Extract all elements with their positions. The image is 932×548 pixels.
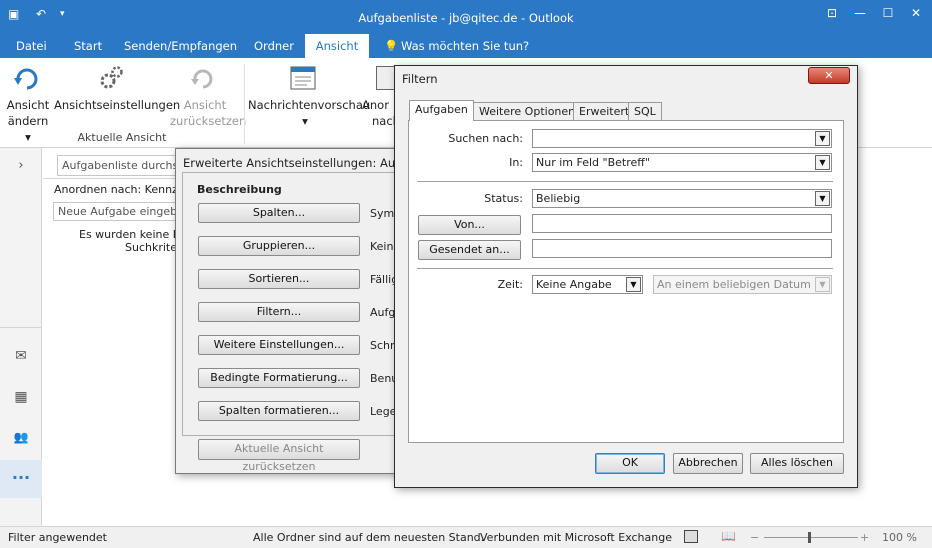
arrange-icon: [376, 66, 396, 90]
conditional-formatting-description: Benu: [370, 372, 394, 385]
date-select[interactable]: An einem beliebigen Datum: [653, 275, 832, 294]
normal-view-icon[interactable]: [684, 530, 698, 543]
search-for-dropdown-icon[interactable]: ▼: [815, 131, 830, 146]
ok-button[interactable]: OK: [595, 453, 665, 474]
change-view-label-2: ändern: [7, 114, 49, 128]
from-button[interactable]: Von...: [418, 215, 521, 235]
in-select[interactable]: Nur im Feld "Betreff": [532, 153, 832, 172]
gears-icon: [97, 64, 125, 95]
change-view-label-1: Ansicht: [6, 98, 50, 112]
new-task-input[interactable]: Neue Aufgabe eingebe: [53, 202, 193, 221]
other-settings-button[interactable]: Weitere Einstellungen...: [198, 335, 360, 355]
empty-message-line-1: Es wurden keine El: [79, 228, 183, 241]
time-label: Zeit:: [497, 278, 523, 291]
filter-divider-2: [417, 268, 833, 269]
reset-view-label-2: zurücksetzen: [170, 114, 247, 128]
status-bar: Filter angewendet Alle Ordner sind auf d…: [0, 526, 932, 548]
tell-me-input[interactable]: Was möchten Sie tun?: [401, 39, 529, 53]
status-dropdown-icon[interactable]: ▼: [815, 191, 830, 206]
mail-icon[interactable]: ✉: [0, 348, 42, 364]
reset-view-icon: [191, 68, 215, 93]
tab-ordner[interactable]: Ordner: [254, 39, 294, 53]
filter-status: Filter angewendet: [8, 531, 107, 544]
group-by-button[interactable]: Gruppieren...: [198, 236, 360, 256]
search-for-label: Suchen nach:: [448, 132, 523, 145]
message-preview-icon: [289, 65, 317, 94]
format-columns-button[interactable]: Spalten formatieren...: [198, 401, 360, 421]
ribbon-display-icon[interactable]: ⊡: [822, 6, 842, 20]
more-apps-icon[interactable]: ···: [0, 460, 42, 498]
arrange-by-label[interactable]: Anordnen nach: Kennze: [54, 183, 185, 196]
reset-current-view-button[interactable]: Aktuelle Ansicht zurücksetzen: [198, 439, 360, 473]
change-view-icon: [14, 66, 40, 95]
tab-ansicht[interactable]: Ansicht: [305, 34, 369, 58]
expand-folder-pane-icon[interactable]: ›: [0, 158, 42, 173]
group-by-description: Keine: [370, 240, 394, 253]
tab-weitere-optionen[interactable]: Weitere Optionen: [473, 102, 582, 121]
format-columns-description: Lege: [370, 405, 394, 418]
window-title: Aufgabenliste - jb@qitec.de - Outlook: [358, 11, 574, 25]
title-bar: ▣ ↶ ▾ Aufgabenliste - jb@qitec.de - Outl…: [0, 0, 932, 34]
columns-button[interactable]: Spalten...: [198, 203, 360, 223]
cancel-button[interactable]: Abbrechen: [673, 453, 743, 474]
zoom-slider[interactable]: [764, 537, 858, 538]
sent-to-field[interactable]: [532, 239, 832, 258]
filter-dialog-title: Filtern: [402, 72, 438, 86]
close-button[interactable]: ✕: [906, 6, 926, 20]
in-label: In:: [509, 156, 523, 169]
connection-status: Verbunden mit Microsoft Exchange: [480, 531, 672, 544]
clear-all-button[interactable]: Alles löschen: [750, 453, 844, 474]
conditional-formatting-button[interactable]: Bedingte Formatierung...: [198, 368, 360, 388]
lightbulb-icon: 💡: [384, 39, 399, 53]
filter-close-button[interactable]: ✕: [808, 67, 850, 84]
columns-description: Symb: [370, 207, 394, 220]
time-dropdown-icon[interactable]: ▼: [626, 277, 641, 292]
filter-divider-1: [417, 181, 833, 182]
ribbon-group-separator: [244, 64, 245, 144]
other-settings-description: Schri: [370, 339, 394, 352]
zoom-out-icon[interactable]: −: [750, 531, 759, 544]
reading-view-icon[interactable]: 📖: [721, 529, 736, 543]
tab-datei[interactable]: Datei: [16, 39, 47, 53]
advanced-view-dialog-title: Erweiterte Ansichtseinstellungen: Aufgab: [183, 156, 421, 170]
filter-description: Aufg: [370, 306, 394, 319]
reset-view-label-1: Ansicht: [183, 98, 227, 112]
zoom-level[interactable]: 100 %: [882, 531, 917, 544]
reset-view-button[interactable]: Ansicht zurücksetzen: [170, 97, 247, 129]
tab-aufgaben[interactable]: Aufgaben: [409, 100, 474, 121]
message-preview-button[interactable]: Nachrichtenvorschau ▾: [248, 97, 371, 129]
minimize-button[interactable]: —: [850, 6, 870, 20]
tab-erweitert[interactable]: Erweitert: [573, 102, 636, 121]
status-select[interactable]: Beliebig: [532, 189, 832, 208]
from-field[interactable]: [532, 214, 832, 233]
nav-divider: [0, 327, 42, 328]
maximize-button[interactable]: ☐: [878, 6, 898, 20]
sort-button[interactable]: Sortieren...: [198, 269, 360, 289]
description-header: Beschreibung: [197, 183, 282, 196]
zoom-slider-thumb[interactable]: [808, 532, 811, 543]
calendar-icon[interactable]: ▦: [0, 389, 42, 405]
date-dropdown-icon[interactable]: ▼: [815, 277, 830, 292]
sent-to-button[interactable]: Gesendet an...: [418, 240, 521, 260]
status-label: Status:: [484, 192, 523, 205]
zoom-in-icon[interactable]: +: [860, 531, 869, 544]
in-dropdown-icon[interactable]: ▼: [815, 155, 830, 170]
sort-description: Fällig: [370, 273, 394, 286]
ribbon-group-current-view: Aktuelle Ansicht: [77, 131, 167, 144]
view-settings-button[interactable]: Ansichtseinstellungen: [54, 97, 180, 113]
people-icon[interactable]: 👥: [0, 430, 42, 444]
tab-start[interactable]: Start: [74, 39, 102, 53]
search-for-combo[interactable]: [532, 129, 832, 148]
folder-status: Alle Ordner sind auf dem neuesten Stand.: [253, 531, 485, 544]
tab-sql[interactable]: SQL: [628, 102, 662, 121]
filter-button[interactable]: Filtern...: [198, 302, 360, 322]
message-preview-label: Nachrichtenvorschau: [248, 98, 371, 112]
empty-message-line-2: Suchkriter: [125, 241, 182, 254]
tab-senden-empfangen[interactable]: Senden/Empfangen: [124, 39, 237, 53]
